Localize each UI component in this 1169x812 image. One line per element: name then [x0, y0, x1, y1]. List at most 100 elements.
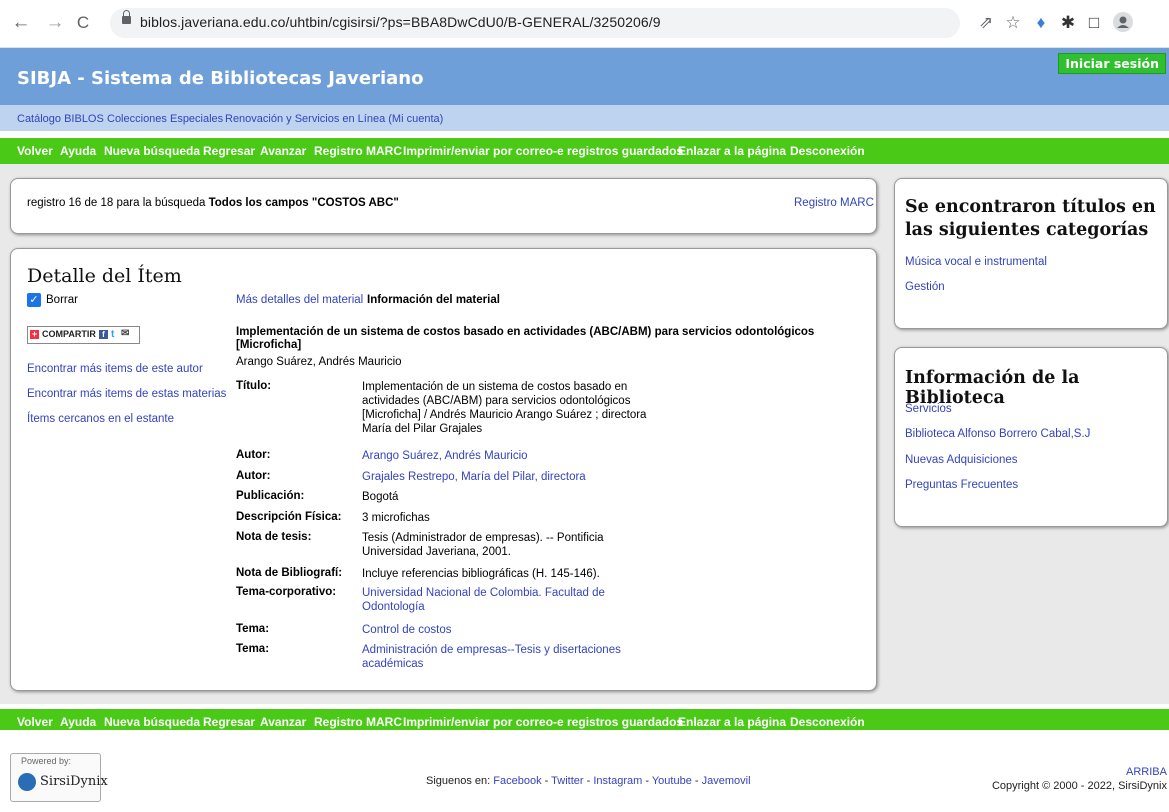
toolbar-bottom-volver[interactable]: Volver [17, 715, 53, 729]
share-page-icon[interactable]: ⇗ [975, 12, 997, 34]
toolbar-bottom-nueva-busqueda[interactable]: Nueva búsqueda [104, 715, 200, 729]
extensions-puzzle-icon[interactable]: ✱ [1057, 12, 1079, 34]
detail-heading: Detalle del Ítem [27, 265, 182, 287]
facebook-icon: f [99, 330, 108, 339]
toolbar-avanzar[interactable]: Avanzar [260, 144, 306, 158]
url-text: biblos.javeriana.edu.co/uhtbin/cgisirsi/… [140, 14, 661, 30]
toolbar-imprimir[interactable]: Imprimir/enviar por correo-e registros g… [403, 144, 683, 158]
library-nuevas-adquisiciones[interactable]: Nuevas Adquisiciones [905, 454, 1018, 466]
login-button[interactable]: Iniciar sesión [1058, 53, 1166, 74]
field-label-tema-2: Tema: [236, 643, 270, 655]
borrar-checkbox[interactable]: ✓ [27, 293, 41, 307]
follow-label: Siguenos en: [426, 775, 491, 787]
sirsidynix-logo-icon [18, 773, 36, 791]
bookmark-star-icon[interactable]: ☆ [1002, 12, 1024, 34]
copyright-text: Copyright © 2000 - 2022, SirsiDynix [991, 780, 1167, 792]
toolbar-bottom-enlazar[interactable]: Enlazar a la página [678, 715, 786, 729]
field-label-autor: Autor: [236, 449, 271, 461]
field-value-descripcion: 3 microfichas [362, 512, 430, 524]
subnav-colecciones[interactable]: Colecciones Especiales [107, 113, 223, 125]
field-label-tema-corporativo: Tema-corporativo: [236, 586, 337, 598]
field-value-publicacion: Bogotá [362, 491, 399, 503]
field-label-tema: Tema: [236, 623, 270, 635]
plus-icon: + [30, 329, 39, 339]
action-toolbar-top: Volver Ayuda Nueva búsqueda Regresar Ava… [0, 138, 1169, 164]
mail-icon: ✉ [121, 328, 130, 339]
library-preguntas-frecuentes[interactable]: Preguntas Frecuentes [905, 479, 1018, 491]
field-value-autor[interactable]: Arango Suárez, Andrés Mauricio [362, 449, 652, 463]
subnav-renovacion[interactable]: Renovación y Servicios en Línea (Mi cuen… [225, 113, 443, 125]
field-label-descripcion: Descripción Física: [236, 511, 342, 523]
toolbar-bottom-avanzar[interactable]: Avanzar [260, 715, 306, 729]
field-label-titulo: Título: [236, 380, 272, 392]
tab-material-info[interactable]: Información del material [367, 294, 500, 306]
toolbar-bottom-registro-marc[interactable]: Registro MARC [314, 715, 402, 729]
toolbar-nueva-busqueda[interactable]: Nueva búsqueda [104, 144, 200, 158]
category-gestion[interactable]: Gestión [905, 281, 945, 293]
toolbar-bottom-desconexion[interactable]: Desconexión [790, 715, 865, 729]
social-facebook[interactable]: Facebook [493, 775, 541, 787]
library-servicios[interactable]: Servicios [905, 403, 952, 415]
side-panel-icon[interactable]: □ [1083, 12, 1105, 34]
share-button[interactable]: + COMPARTIR f t ✉ [27, 326, 140, 344]
field-value-nota-tesis: Tesis (Administrador de empresas). -- Po… [362, 532, 604, 558]
powered-by-badge[interactable]: Powered by: SirsiDynix [10, 753, 108, 802]
forward-button[interactable]: → [44, 12, 66, 34]
library-heading: Información de la Biblioteca [905, 368, 1080, 408]
toolbar-registro-marc[interactable]: Registro MARC [314, 144, 402, 158]
field-value-tema[interactable]: Control de costos [362, 623, 652, 637]
share-label: COMPARTIR [42, 329, 96, 339]
browser-toolbar: ← → C biblos.javeriana.edu.co/uhtbin/cgi… [0, 0, 1169, 48]
profile-avatar-icon[interactable] [1112, 12, 1134, 38]
registro-marc-link[interactable]: Registro MARC [794, 197, 874, 209]
toolbar-enlazar[interactable]: Enlazar a la página [678, 144, 786, 158]
app-header: SIBJA - Sistema de Bibliotecas Javeriano… [0, 48, 1169, 105]
reload-button[interactable]: C [72, 12, 94, 34]
social-instagram[interactable]: Instagram [593, 775, 642, 787]
social-links: Siguenos en: Facebook - Twitter - Instag… [426, 775, 751, 787]
borrar-label: Borrar [46, 294, 78, 306]
field-value-autor-2[interactable]: Grajales Restrepo, María del Pilar, dire… [362, 470, 652, 484]
back-to-top-link[interactable]: ARRIBA [1126, 766, 1167, 778]
social-twitter[interactable]: Twitter [551, 775, 583, 787]
field-label-autor-2: Autor: [236, 470, 271, 482]
back-button[interactable]: ← [10, 12, 32, 34]
social-youtube[interactable]: Youtube [652, 775, 692, 787]
field-label-bibliografia: Nota de Bibliografí: [236, 567, 343, 579]
toolbar-regresar[interactable]: Regresar [203, 144, 255, 158]
category-musica[interactable]: Música vocal e instrumental [905, 256, 1047, 268]
link-more-author[interactable]: Encontrar más items de este autor [27, 363, 203, 375]
sub-navigation: Catálogo BIBLOS Colecciones Especiales R… [0, 105, 1169, 131]
field-value-titulo: Implementación de un sistema de costos b… [362, 381, 647, 435]
sirsidynix-brand: SirsiDynix [40, 774, 108, 789]
toolbar-desconexion[interactable]: Desconexión [790, 144, 865, 158]
address-bar[interactable]: biblos.javeriana.edu.co/uhtbin/cgisirsi/… [110, 8, 960, 38]
powered-by-label: Powered by: [21, 756, 72, 766]
app-title: SIBJA - Sistema de Bibliotecas Javeriano [17, 68, 424, 89]
tab-more-details[interactable]: Más detalles del material [236, 294, 363, 306]
subnav-catalogo[interactable]: Catálogo BIBLOS [17, 113, 104, 125]
field-label-nota-tesis: Nota de tesis: [236, 531, 312, 543]
toolbar-bottom-ayuda[interactable]: Ayuda [60, 715, 96, 729]
field-value-tema-2[interactable]: Administración de empresas--Tesis y dise… [362, 643, 652, 671]
extension-feather-icon[interactable]: ♦ [1030, 12, 1052, 34]
library-biblioteca-alfonso[interactable]: Biblioteca Alfonso Borrero Cabal,S.J [905, 428, 1090, 440]
twitter-icon: t [111, 329, 115, 340]
field-value-bibliografia: Incluye referencias bibliográficas (H. 1… [362, 568, 600, 580]
lock-icon [122, 10, 131, 24]
categories-heading: Se encontraron títulos en las siguientes… [905, 197, 1156, 240]
toolbar-bottom-imprimir[interactable]: Imprimir/enviar por correo-e registros g… [403, 715, 683, 729]
record-query: Todos los campos "COSTOS ABC" [208, 197, 399, 209]
link-more-subjects[interactable]: Encontrar más items de estas materias [27, 388, 226, 400]
toolbar-bottom-regresar[interactable]: Regresar [203, 715, 255, 729]
record-prefix: registro 16 de 18 para la búsqueda [27, 197, 206, 209]
toolbar-ayuda[interactable]: Ayuda [60, 144, 96, 158]
item-main-author: Arango Suárez, Andrés Mauricio [236, 356, 402, 368]
toolbar-volver[interactable]: Volver [17, 144, 53, 158]
link-nearby-items[interactable]: Ítems cercanos en el estante [27, 413, 174, 425]
field-label-publicacion: Publicación: [236, 490, 305, 502]
social-javemovil[interactable]: Javemovil [702, 775, 751, 787]
record-summary: registro 16 de 18 para la búsqueda Todos… [27, 197, 399, 209]
field-value-tema-corporativo[interactable]: Universidad Nacional de Colombia. Facult… [362, 586, 652, 614]
page-footer [0, 730, 1169, 812]
